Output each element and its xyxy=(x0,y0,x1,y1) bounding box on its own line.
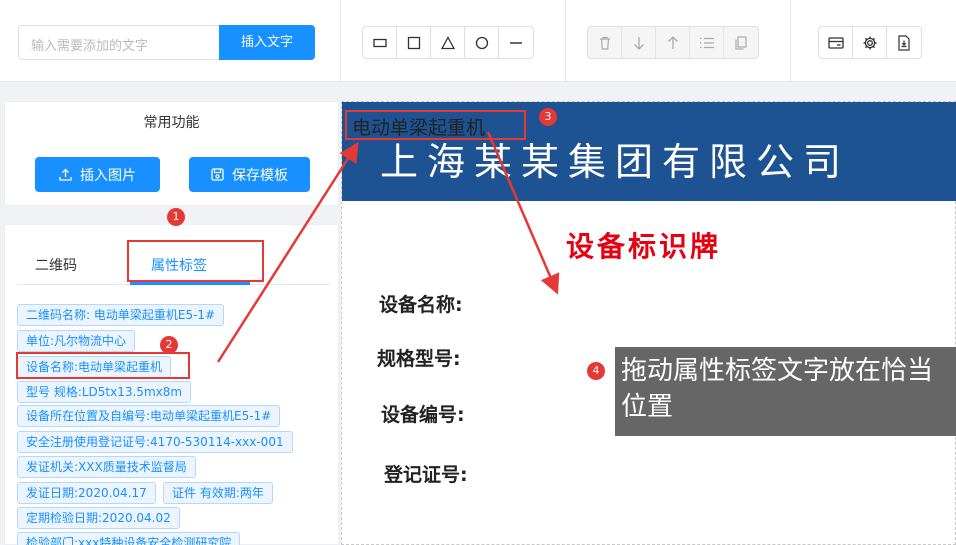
export-pdf-icon[interactable] xyxy=(887,27,921,58)
circle-icon[interactable] xyxy=(465,27,499,58)
tab-active-indicator xyxy=(130,282,250,285)
line-icon[interactable] xyxy=(499,27,533,58)
shape-button-group xyxy=(362,26,534,59)
highlight-tag xyxy=(16,352,190,379)
highlight-dragged-label xyxy=(345,110,526,140)
toolbar-divider xyxy=(565,0,566,82)
attribute-tag[interactable]: 定期检验日期:2020.04.02 xyxy=(17,507,180,529)
copy-icon[interactable] xyxy=(724,27,758,58)
attribute-tag[interactable]: 证件 有效期:两年 xyxy=(163,482,273,504)
insert-image-label: 插入图片 xyxy=(80,167,136,184)
trash-icon[interactable] xyxy=(588,27,622,58)
attribute-tag[interactable]: 型号 规格:LD5tx13.5mx8m xyxy=(17,381,192,403)
toolbar-divider xyxy=(340,0,341,82)
marker-4: 4 xyxy=(587,362,605,380)
attribute-tag[interactable]: 单位:凡尔物流中心 xyxy=(17,330,136,352)
misc-button-group xyxy=(818,26,922,59)
card-icon[interactable] xyxy=(819,27,853,58)
save-template-button[interactable]: 保存模板 xyxy=(189,157,310,192)
attribute-tag[interactable]: 发证机关:XXX质量技术监督局 xyxy=(17,456,196,478)
common-functions-title: 常用功能 xyxy=(4,101,339,144)
field-model-spec[interactable]: 规格型号: xyxy=(377,344,461,371)
instruction-tooltip: 拖动属性标签文字放在恰当位置 xyxy=(615,347,956,436)
attribute-tag[interactable]: 二维码名称: 电动单梁起重机E5-1# xyxy=(17,304,225,326)
field-device-name[interactable]: 设备名称: xyxy=(379,290,463,317)
field-device-number[interactable]: 设备编号: xyxy=(381,400,465,427)
text-input[interactable]: 输入需要添加的文字 xyxy=(18,25,220,60)
design-canvas[interactable]: 上海某某集团有限公司 设备标识牌 设备名称: 规格型号: 设备编号: 登记证号: xyxy=(341,101,956,545)
attribute-tag[interactable]: 发证日期:2020.04.17 xyxy=(17,482,156,504)
highlight-tab xyxy=(127,240,264,282)
arrange-button-group xyxy=(587,26,759,59)
tab-qrcode[interactable]: 二维码 xyxy=(35,255,77,275)
field-registration-number[interactable]: 登记证号: xyxy=(384,460,468,487)
attribute-tag[interactable]: 安全注册使用登记证号:4170-530114-xxx-001 xyxy=(17,431,293,453)
triangle-icon[interactable] xyxy=(431,27,465,58)
rect-wide-icon[interactable] xyxy=(363,27,397,58)
common-functions-panel: 插入图片 保存模板 xyxy=(4,143,339,206)
arrow-down-icon[interactable] xyxy=(622,27,656,58)
save-icon xyxy=(211,168,224,181)
list-icon[interactable] xyxy=(690,27,724,58)
gear-icon[interactable] xyxy=(853,27,887,58)
insert-text-button[interactable]: 插入文字 xyxy=(219,25,315,60)
toolbar-divider xyxy=(790,0,791,82)
attribute-tag[interactable]: 检验部门:xxx特种设备安全检测研究院 xyxy=(17,532,241,545)
attribute-tag[interactable]: 设备所在位置及自编号:电动单梁起重机E5-1# xyxy=(17,405,281,427)
insert-image-button[interactable]: 插入图片 xyxy=(35,157,160,192)
marker-1: 1 xyxy=(167,208,185,226)
sign-title[interactable]: 设备标识牌 xyxy=(566,225,721,265)
marker-3: 3 xyxy=(539,108,557,126)
upload-icon xyxy=(59,168,72,181)
save-template-label: 保存模板 xyxy=(232,167,288,184)
toolbar: 输入需要添加的文字 插入文字 xyxy=(0,0,956,82)
marker-2: 2 xyxy=(160,336,178,354)
arrow-up-icon[interactable] xyxy=(656,27,690,58)
square-icon[interactable] xyxy=(397,27,431,58)
